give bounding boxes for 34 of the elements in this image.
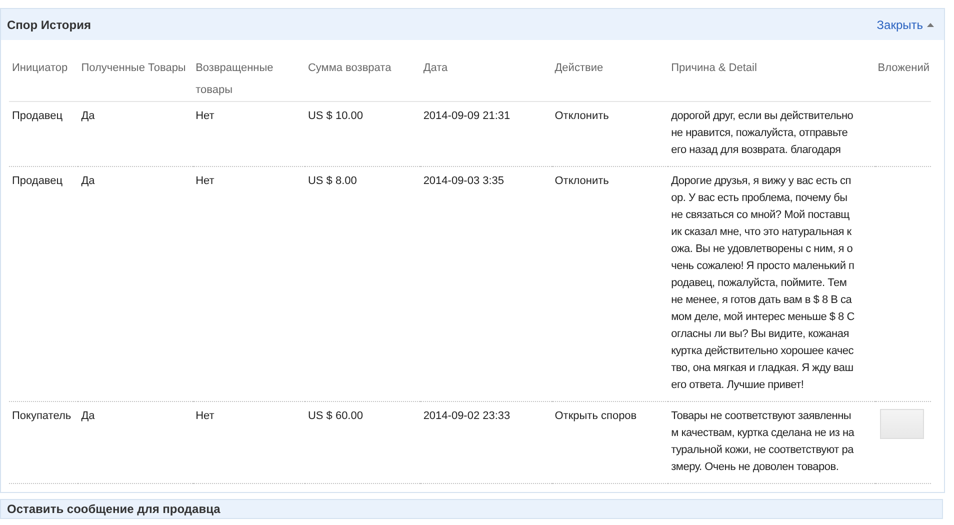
table-cell: US $ 10.00 <box>308 110 363 122</box>
panel-title: Оставить сообщение для продавца <box>7 502 220 516</box>
caret-up-icon <box>927 22 934 26</box>
table-cell: Да <box>81 110 95 122</box>
reason-text: дорогой друг, если вы действительно не нравится, пожалуйста, отправьте его назад для возврата. благодаря <box>671 109 854 158</box>
column-header: Сумма возврата <box>304 48 420 102</box>
table-cell: US $ 60.00 <box>308 410 363 422</box>
table-cell: Нет <box>196 110 214 122</box>
table-cell: 2014-09-03 3:35 <box>423 175 504 187</box>
table-cell: Да <box>81 175 95 187</box>
table-cell: Покупатель <box>12 410 72 422</box>
table-cell: Нет <box>196 175 214 187</box>
reason-text: Дорогие друзья, я вижу у вас есть спор. У вас есть проблема, почему бы не связаться со мной? Мой поставщик сказал мне, что это натуральная кожа. Вы не удовлетворены с ним, я очень сожалею! Я просто маленький продавец, пожалуйста, поймите. Тем не менее, я готов дать вам в $ 8 В самом деле, мой интерес меньше $ 8 Согласны ли вы? Вы видите, кожаная куртка действительно хорошее качество, она мягкая и гладкая. Я жду вашего ответа. Лучшие привет! <box>671 174 856 393</box>
table-cell: Продавец <box>12 110 63 122</box>
column-header: Полученные Товары <box>78 48 193 102</box>
table-cell: Нет <box>196 410 214 422</box>
table-cell: Отклонить <box>554 110 609 122</box>
table-cell: 2014-09-02 23:33 <box>423 410 510 422</box>
table-cell: Открыть споров <box>554 410 637 422</box>
column-header: Дата <box>420 48 552 102</box>
column-header: Действие <box>552 48 668 102</box>
reason-text: Товары не соответствуют заявленным качествам, куртка сделана не из натуральной кожи, не соответствуют размеру. Очень не доволен товаров. <box>671 409 856 475</box>
table-cell: Да <box>81 410 95 422</box>
table-cell: Продавец <box>12 175 63 187</box>
attachment-thumbnail[interactable] <box>880 409 924 439</box>
column-header: Причина & Detail <box>668 48 875 102</box>
panel-title: Спор История <box>7 18 91 32</box>
table-cell: Отклонить <box>554 175 609 187</box>
table-cell: US $ 8.00 <box>308 175 357 187</box>
close-link[interactable]: Закрыть <box>876 18 934 32</box>
column-header: Инициатор <box>9 48 78 102</box>
table-cell: 2014-09-09 21:31 <box>423 110 510 122</box>
column-header: Вложений <box>874 48 931 102</box>
column-header: Возвращенные товары <box>192 48 305 102</box>
